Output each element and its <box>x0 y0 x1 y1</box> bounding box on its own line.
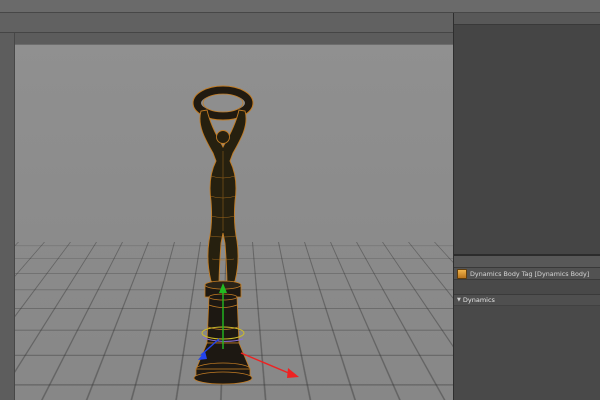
section-header-dynamics[interactable]: ▼ Dynamics <box>454 295 600 306</box>
attribute-title: Dynamics Body Tag [Dynamics Body] <box>470 270 589 278</box>
main-menubar <box>0 0 600 13</box>
left-column <box>0 13 453 400</box>
object-tree <box>454 25 600 254</box>
attribute-manager: Dynamics Body Tag [Dynamics Body] ▼ Dyna… <box>454 256 600 400</box>
object-manager <box>454 13 600 256</box>
main-toolbar <box>0 13 453 33</box>
application-window: Dynamics Body Tag [Dynamics Body] ▼ Dyna… <box>0 0 600 400</box>
object-manager-menubar <box>454 13 600 25</box>
statue-model[interactable] <box>135 81 315 400</box>
right-panel: Dynamics Body Tag [Dynamics Body] ▼ Dyna… <box>453 13 600 400</box>
workspace <box>0 33 453 400</box>
attribute-rows <box>454 306 600 400</box>
attribute-title-bar: Dynamics Body Tag [Dynamics Body] <box>454 268 600 280</box>
dynamics-body-tag-icon <box>457 269 467 279</box>
section-label: Dynamics <box>463 296 495 304</box>
mode-toolbar <box>0 33 15 400</box>
attribute-manager-menubar <box>454 256 600 268</box>
viewport-3d[interactable] <box>15 33 453 400</box>
viewport-menubar <box>15 33 453 45</box>
main-area: Dynamics Body Tag [Dynamics Body] ▼ Dyna… <box>0 13 600 400</box>
collapse-triangle-icon: ▼ <box>457 297 461 303</box>
attribute-tabs <box>454 280 600 295</box>
